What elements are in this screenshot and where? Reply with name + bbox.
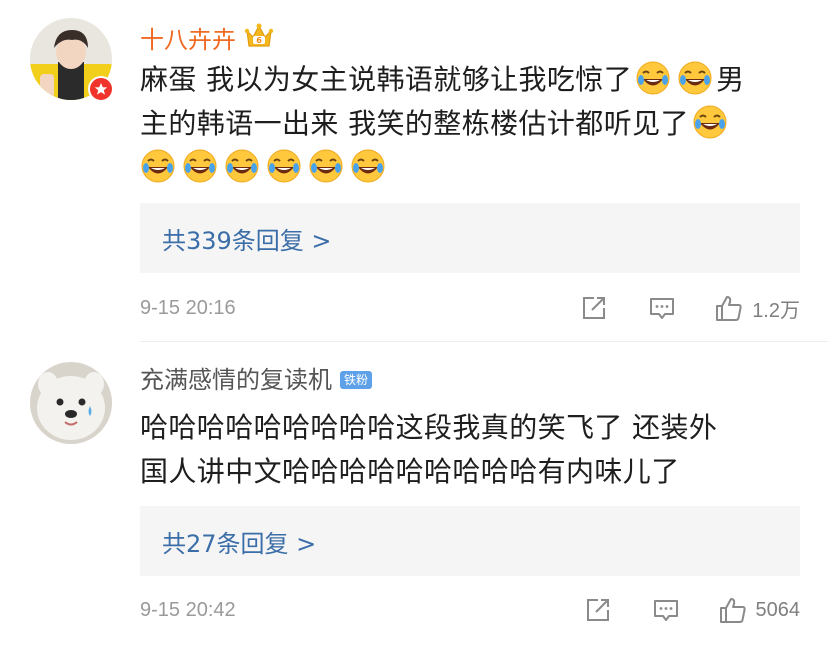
username-text[interactable]: 充满感情的复读机 [140,364,332,396]
view-replies-label[interactable]: 共339条回复 > [162,221,332,256]
laughing-tears-emoji [677,60,713,96]
svg-text:6: 6 [256,36,262,45]
fan-badge: 铁粉 [340,371,373,389]
like-count: 5064 [755,598,801,621]
username[interactable]: 十八卉卉 6 [140,22,274,58]
view-replies-button[interactable]: 共27条回复 > [140,506,800,576]
comment-button[interactable] [652,596,680,624]
share-button[interactable] [580,294,608,322]
comment-icon [650,298,675,319]
verified-badge-icon [88,76,114,102]
laughing-tears-emoji [140,148,176,184]
username-text[interactable]: 十八卉卉 [140,24,236,56]
laughing-tears-emoji [635,60,671,96]
like-count: 1.2万 [752,299,800,322]
crown-vip-icon: 6 [244,22,274,58]
comment-text: 麻蛋 我以为女主说韩语就够让我吃惊了男 主的韩语一出来 我笑的整栋楼估计都听见了 [140,58,800,190]
like-icon [719,598,746,623]
comment-time: 9-15 20:16 [140,296,236,319]
comment-meta: 9-15 20:42 5064 [140,592,800,628]
laughing-tears-emoji [350,148,386,184]
comment-line-2: 主的韩语一出来 我笑的整栋楼估计都听见了 [140,102,800,146]
like-icon [716,296,742,321]
share-icon [586,599,609,621]
laughing-tears-emoji [308,148,344,184]
view-replies-button[interactable]: 共339条回复 > [140,203,800,273]
like-button[interactable]: 1.2万 [714,293,800,323]
action-bar: 1.2万 [580,290,800,326]
comment-icon [653,600,678,621]
comment-time: 9-15 20:42 [140,598,236,621]
share-button[interactable] [584,596,612,624]
comment-item-2: 充满感情的复读机 铁粉 哈哈哈哈哈哈哈哈哈这段我真的笑飞了 还装外 国人讲中文哈… [0,342,828,648]
laughing-tears-emoji [182,148,218,184]
comment-line-3-emojis [140,146,800,190]
comment-line-2: 国人讲中文哈哈哈哈哈哈哈哈哈有内味儿了 [140,455,680,488]
laughing-tears-emoji [266,148,302,184]
laughing-tears-emoji [692,104,728,140]
comment-button[interactable] [648,294,676,322]
comment-text: 哈哈哈哈哈哈哈哈哈这段我真的笑飞了 还装外 国人讲中文哈哈哈哈哈哈哈哈哈有内味儿… [140,406,800,494]
like-button[interactable]: 5064 [718,595,801,625]
user-avatar[interactable] [30,362,112,444]
share-icon [583,297,606,319]
comment-item-1: 十八卉卉 6 麻蛋 我以为女主说韩语就够让我吃惊了男 主的韩语一出来 我笑的整栋… [0,0,828,340]
laughing-tears-emoji [224,148,260,184]
action-bar: 5064 [584,592,801,628]
comment-meta: 9-15 20:16 1.2万 [140,290,800,326]
username[interactable]: 充满感情的复读机 铁粉 [140,364,373,396]
comment-line-1: 哈哈哈哈哈哈哈哈哈这段我真的笑飞了 还装外 [140,411,718,444]
comment-line-1: 麻蛋 我以为女主说韩语就够让我吃惊了男 [140,58,800,102]
view-replies-label[interactable]: 共27条回复 > [162,524,316,559]
